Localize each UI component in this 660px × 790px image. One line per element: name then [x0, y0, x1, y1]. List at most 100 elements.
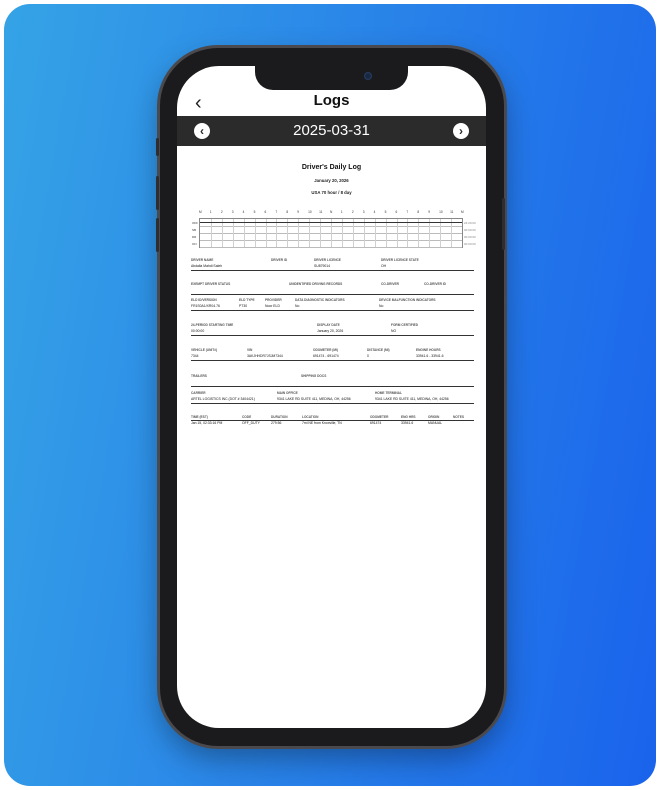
- section-header: DRIVER LICENCE: [314, 258, 341, 262]
- section-value: FR1S0A1/XR04.76: [191, 304, 220, 308]
- section-header: VEHICLE (UNIT#): [191, 348, 218, 352]
- graph-hour-gridline: [243, 219, 245, 247]
- section-trailers: TRAILERS SHIPPING DOCS: [191, 374, 474, 388]
- log-sections: DRIVER NAME DRIVER ID DRIVER LICENCE DRIVER…: [191, 258, 474, 458]
- section-value: 0: [367, 354, 369, 358]
- section-value: No: [295, 304, 300, 308]
- section-header: MAIN OFFICE: [277, 391, 298, 395]
- section-vehicle: VEHICLE (UNIT#) VIN ODOMETER (MI) DISTANCE …: [191, 348, 474, 362]
- graph-row-label: DR: [192, 235, 197, 239]
- graph-hour-label: 4: [373, 210, 376, 214]
- power-button: [502, 198, 505, 250]
- section-value: No: [379, 304, 384, 308]
- graph-hour-label: 9: [428, 210, 431, 214]
- graph-row-label: OFF: [192, 221, 198, 225]
- section-header: CODE: [242, 415, 252, 419]
- section-header: CO-DRIVER: [381, 282, 399, 286]
- graph-hour-gridline: [385, 219, 387, 247]
- duty-status-graph: M 1 2 3 4 5 6 7 8 9 10 11 N 1 2 3 4 5 6 7 8 9 10 11 M OFF 24:00:0…: [191, 210, 476, 250]
- graph-hour-gridline: [287, 219, 289, 247]
- graph-hour-gridline: [363, 219, 365, 247]
- section-header: TRAILERS: [191, 374, 207, 378]
- graph-hour-gridline: [331, 219, 332, 247]
- section-divider: [191, 310, 474, 311]
- graph-hour-gridline: [309, 219, 311, 247]
- section-value: 9341 LAKE RD SUITE 411, MEDINA, OH, 4425…: [277, 397, 351, 401]
- graph-hour-label: 11: [450, 210, 454, 214]
- section-value: 9341 LAKE RD SUITE 411, MEDINA, OH, 4425…: [375, 397, 449, 401]
- section-value: ARTEL LOGISTICS INC (DOT # 3404421): [191, 397, 255, 401]
- section-header: NOTES: [453, 415, 464, 419]
- section-header: EXEMPT DRIVER STATUS: [191, 282, 231, 286]
- notch: [255, 66, 408, 90]
- graph-row-total: 00:00:00: [464, 242, 476, 246]
- section-value: 7mi NE from Knoxville, TN: [302, 421, 342, 425]
- section-header: DRIVER LICENCE STATE: [381, 258, 419, 262]
- section-header: CARRIER: [191, 391, 206, 395]
- section-value: 691474 - 691474: [313, 354, 339, 358]
- graph-hour-label: 7: [406, 210, 409, 214]
- graph-hour-label: 10: [308, 210, 312, 214]
- section-header: ODOMETER (MI): [313, 348, 338, 352]
- section-header: ODOMETER: [370, 415, 389, 419]
- section-header: ELD ID/VERSION: [191, 298, 217, 302]
- graph-hour-label: 2: [220, 210, 223, 214]
- section-divider: [191, 360, 474, 361]
- volume-up-button: [156, 176, 159, 210]
- section-value: 279:56: [271, 421, 282, 425]
- log-title: Driver's Daily Log: [301, 164, 362, 171]
- section-header: DEVICE MALFUNCTION INDICATORS: [379, 298, 436, 302]
- section-value: 3AKJHHDR7JSJM7344: [247, 354, 283, 358]
- graph-hour-label: 7: [275, 210, 278, 214]
- section-divider: [191, 403, 474, 404]
- section-header: ORIGIN: [428, 415, 440, 419]
- section-header: SHIPPING DOCS: [301, 374, 327, 378]
- section-header: DRIVER ID: [271, 258, 288, 262]
- graph-hour-label: 8: [286, 210, 289, 214]
- graph-hour-gridline: [254, 219, 256, 247]
- graph-hour-gridline: [276, 219, 278, 247]
- phone-screen: ‹ Logs ‹ 2025-03-31 › Driver's Daily Log…: [177, 66, 486, 728]
- section-value: 00:00:00: [191, 329, 205, 333]
- section-value: MANUAL: [428, 421, 443, 425]
- section-header: DRIVER NAME: [191, 258, 214, 262]
- section-header: PROVIDER: [265, 298, 282, 302]
- section-events: TIME (EST) CODE DURATION LOCATION ODOMETER EN…: [191, 415, 474, 429]
- next-day-button[interactable]: ›: [453, 123, 469, 139]
- section-header: LOCATION: [302, 415, 319, 419]
- section-eld: ELD ID/VERSION ELD TYPE PROVIDER DATA DIAGN…: [191, 298, 474, 312]
- section-header: CO-DRIVER ID: [424, 282, 446, 286]
- section-header: DISTANCE (MI): [367, 348, 390, 352]
- section-header: ENG HRS: [401, 415, 416, 419]
- page-title: Logs: [313, 92, 350, 109]
- graph-hour-label: 6: [395, 210, 398, 214]
- section-header: ELD TYPE: [239, 298, 255, 302]
- graph-hour-label: 1: [340, 210, 343, 214]
- graph-hour-label: 11: [319, 210, 323, 214]
- graph-hour-gridline: [418, 219, 420, 247]
- section-value: SU879014: [314, 264, 331, 268]
- graph-hour-gridline: [265, 219, 267, 247]
- section-divider: [191, 294, 474, 295]
- section-exempt: EXEMPT DRIVER STATUS UNIDENTIFIED DRIVING…: [191, 282, 474, 296]
- graph-hour-label: 5: [253, 210, 256, 214]
- graph-hour-label: 1: [209, 210, 212, 214]
- graph-hour-gridline: [429, 219, 431, 247]
- graph-hour-label: 3: [231, 210, 234, 214]
- graph-hour-gridline: [341, 219, 343, 247]
- section-header: DURATION: [271, 415, 288, 419]
- section-header: ENGINE HOURS: [416, 348, 441, 352]
- section-value: NO: [391, 329, 397, 333]
- section-driver: DRIVER NAME DRIVER ID DRIVER LICENCE DRIVER…: [191, 258, 474, 272]
- graph-hour-gridline: [210, 219, 212, 247]
- section-value: 33941.6: [401, 421, 414, 425]
- section-value: 7344: [191, 354, 199, 358]
- graph-hour-label: 10: [439, 210, 443, 214]
- graph-row-label: SB: [192, 228, 197, 232]
- section-header: VIN: [247, 348, 253, 352]
- section-divider: [191, 270, 474, 271]
- mute-switch: [156, 138, 159, 156]
- section-period: 24-PERIOD STARTING TIME DISPLAY DATE FORM …: [191, 323, 474, 337]
- graph-hour-gridline: [232, 219, 234, 247]
- top-bar: ‹ Logs: [177, 90, 486, 116]
